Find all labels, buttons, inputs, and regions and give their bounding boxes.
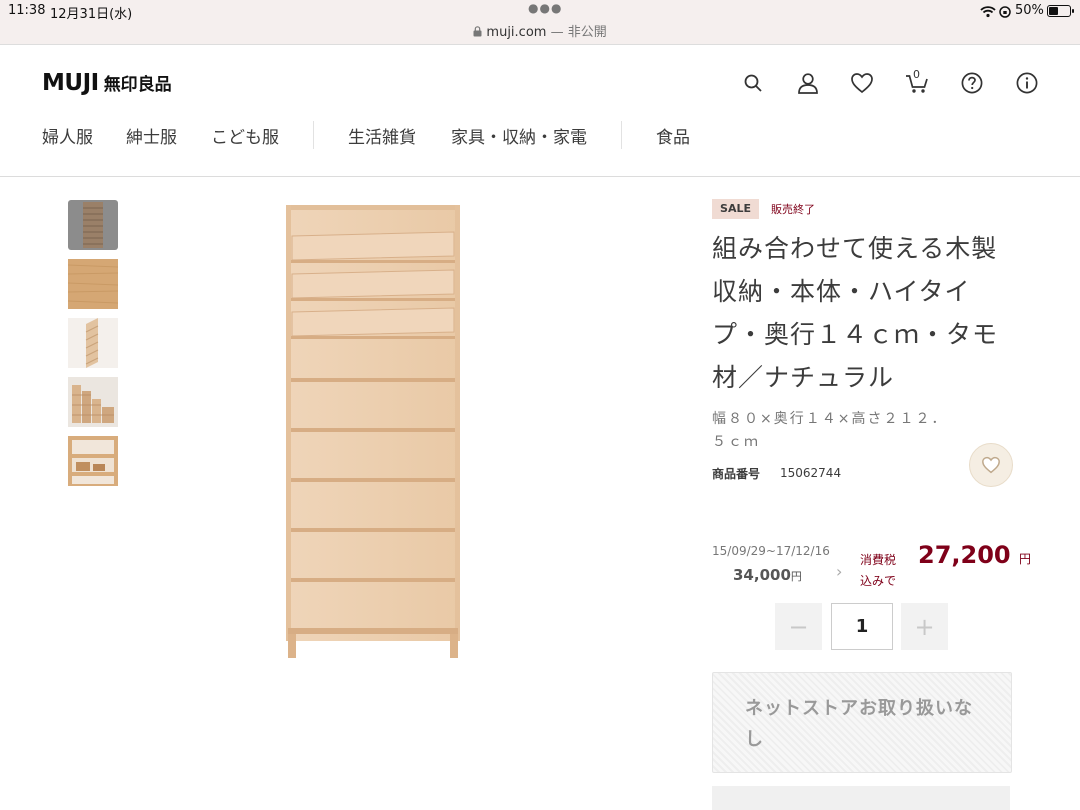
muji-logo[interactable]: MUJI 無印良品	[42, 70, 172, 96]
user-icon[interactable]	[793, 68, 823, 98]
sales-status: 販売終了	[771, 203, 815, 216]
browser-top-bar: 11:38 12月31日(水) ●●● muji.com — 非公開 50%	[0, 0, 1080, 45]
tax-included-note: 消費税込みで	[860, 553, 897, 588]
nav-item-womens[interactable]: 婦人服	[42, 123, 93, 148]
category-nav: 婦人服 紳士服 こども服 生活雑貨 家具・収納・家電 食品	[42, 121, 690, 149]
address-bar[interactable]: muji.com — 非公開	[0, 21, 1080, 40]
status-icons	[980, 4, 1012, 23]
nav-divider	[313, 121, 314, 149]
battery-percent: 50%	[1015, 3, 1044, 18]
orientation-lock-icon	[999, 6, 1011, 18]
help-icon[interactable]	[957, 68, 987, 98]
product-thumbnail[interactable]	[68, 436, 118, 486]
cart-icon[interactable]: 0	[902, 68, 932, 98]
product-title: 組み合わせて使える木製収納・本体・ハイタイプ・奥行１４ｃｍ・タモ材／ナチュラル	[712, 234, 999, 392]
battery-icon	[1047, 5, 1074, 17]
nav-item-food[interactable]: 食品	[656, 123, 690, 148]
item-number: 15062744	[780, 466, 842, 480]
url-privacy: — 非公開	[546, 25, 607, 40]
nav-divider	[621, 121, 622, 149]
chevron-right-icon: ›	[836, 562, 843, 581]
original-price: 34,000円	[733, 566, 802, 584]
product-size-spec: 幅８０×奥行１４×高さ２１２．５ｃｍ	[712, 411, 948, 450]
not-available-online-button[interactable]: ネットストアお取り扱いなし	[712, 672, 1012, 773]
quantity-decrease-button[interactable]: −	[775, 603, 822, 650]
logo-text-en: MUJI	[42, 70, 99, 96]
nav-item-kids[interactable]: こども服	[211, 123, 279, 148]
plus-icon: +	[914, 612, 935, 641]
original-price-value: 34,000	[733, 566, 791, 584]
status-time: 11:38	[8, 3, 46, 18]
info-icon[interactable]	[1012, 68, 1042, 98]
minus-icon: −	[788, 612, 809, 641]
product-main-image[interactable]	[276, 202, 472, 666]
sale-price-value: 27,200	[918, 541, 1011, 569]
nav-item-furniture[interactable]: 家具・収納・家電	[451, 123, 587, 148]
nav-item-mens[interactable]: 紳士服	[126, 123, 177, 148]
header-divider	[0, 176, 1080, 177]
battery-fill	[1049, 7, 1058, 15]
multitask-dots-icon[interactable]: ●●●	[528, 1, 562, 15]
search-icon[interactable]	[738, 68, 768, 98]
product-thumbnail[interactable]	[68, 259, 118, 309]
cart-count: 0	[913, 68, 920, 81]
heart-icon[interactable]	[847, 68, 877, 98]
lock-icon	[473, 25, 486, 40]
sale-badge: SALE	[712, 199, 759, 219]
quantity-increase-button[interactable]: +	[901, 603, 948, 650]
product-thumbnail[interactable]	[68, 377, 118, 427]
product-thumbnail[interactable]	[68, 318, 118, 368]
product-thumbnail[interactable]	[68, 200, 118, 250]
yen-unit: 円	[790, 570, 802, 583]
yen-unit: 円	[1018, 552, 1031, 566]
item-number-label: 商品番号	[712, 467, 761, 481]
quantity-input[interactable]	[831, 603, 893, 650]
url-domain: muji.com	[486, 25, 547, 40]
sale-price: 27,200 円	[918, 541, 1031, 569]
status-date: 12月31日(水)	[50, 7, 133, 22]
heart-icon	[982, 456, 1000, 474]
price-period: 15/09/29~17/12/16	[712, 544, 830, 558]
not-available-label: ネットストアお取り扱いなし	[745, 698, 973, 750]
wifi-icon	[980, 6, 996, 18]
secondary-button[interactable]	[712, 786, 1010, 810]
logo-text-ja: 無印良品	[103, 75, 172, 95]
favorite-button[interactable]	[969, 443, 1013, 487]
nav-item-household[interactable]: 生活雑貨	[348, 123, 416, 148]
